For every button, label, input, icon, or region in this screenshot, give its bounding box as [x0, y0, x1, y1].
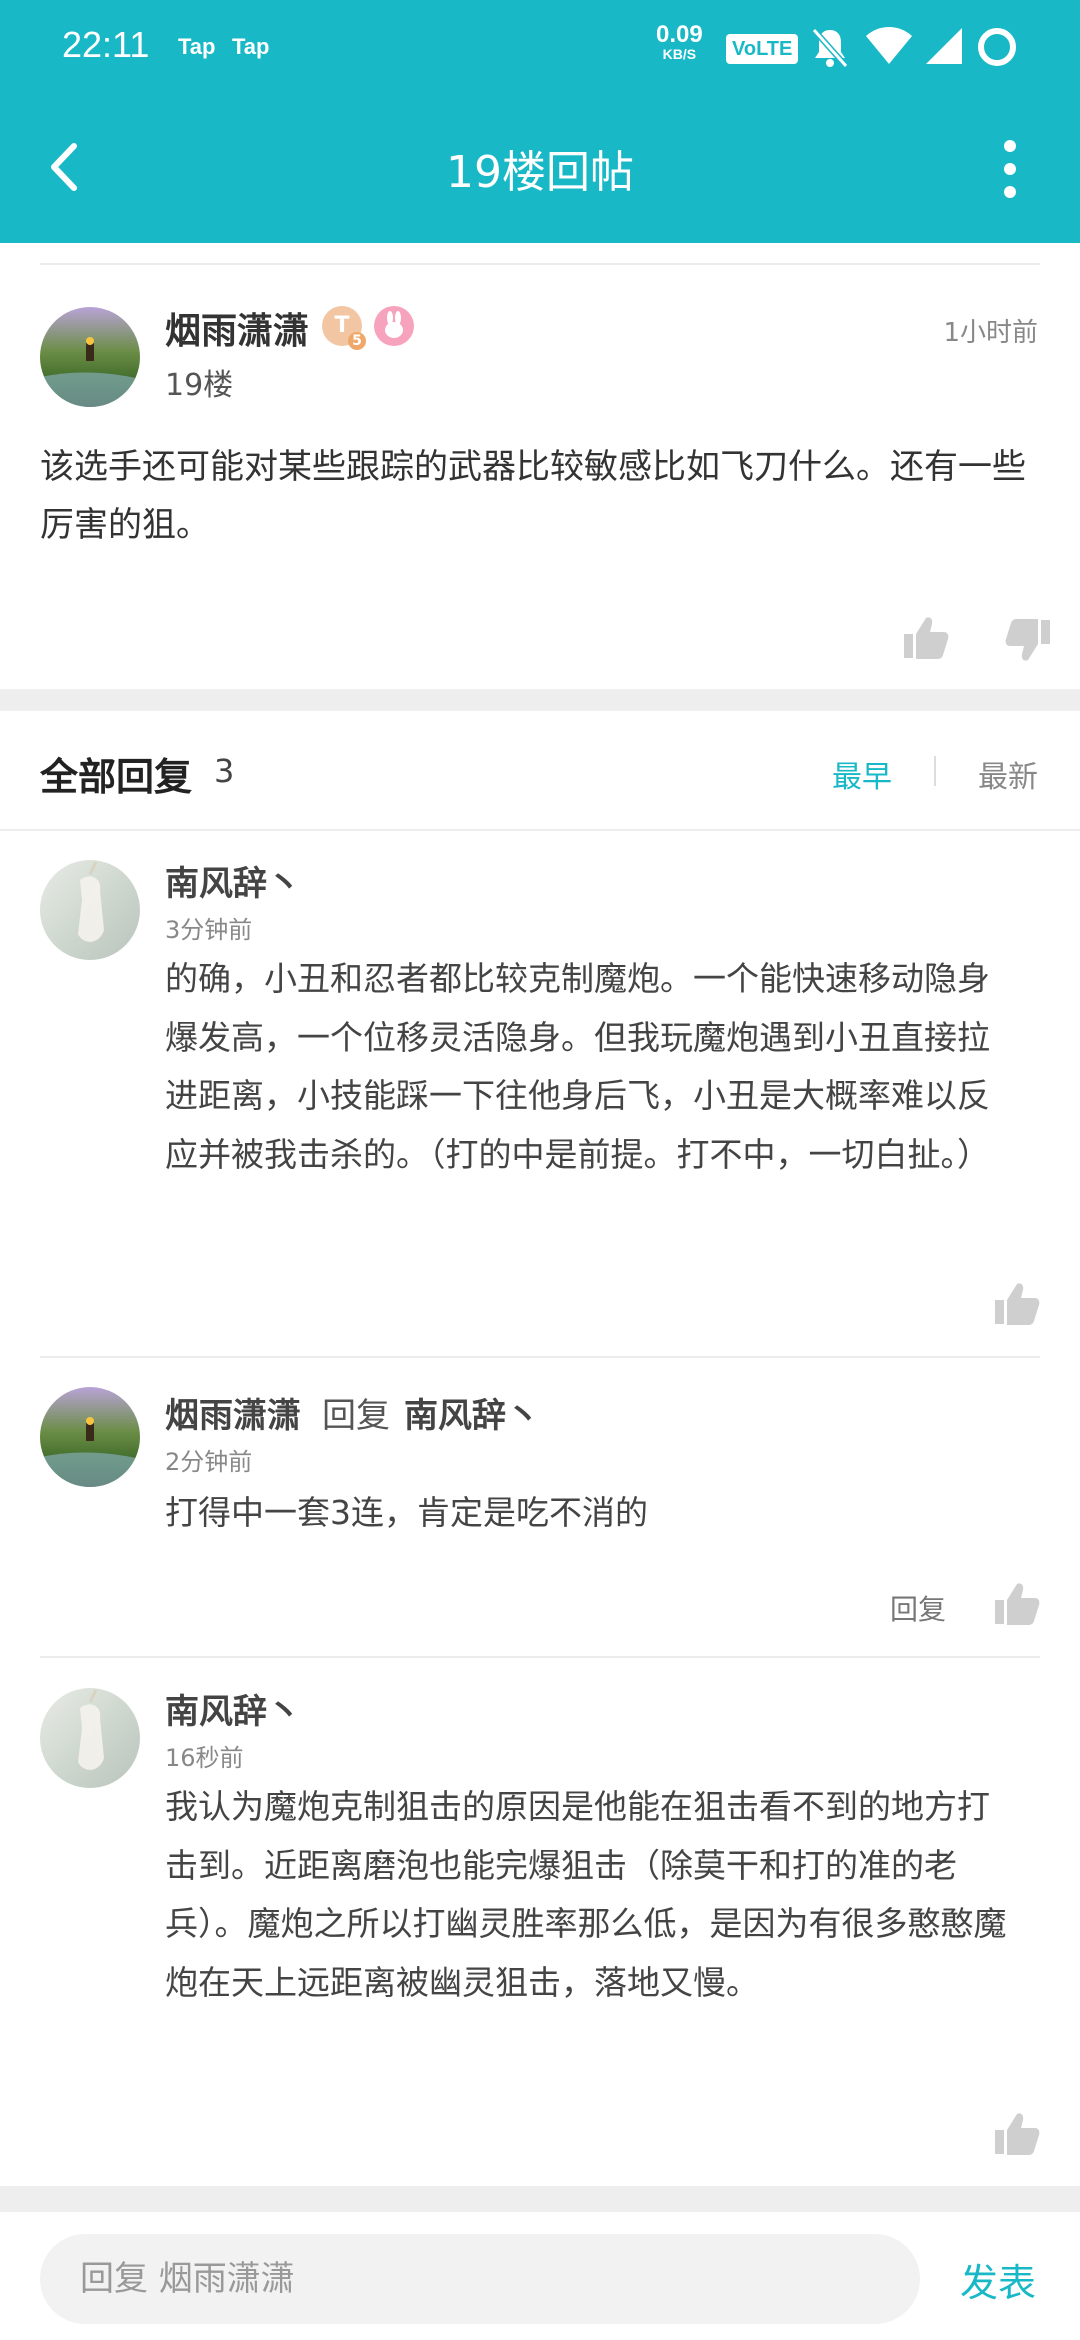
- reply-content: 我认为魔炮克制狙击的原因是他能在狙击看不到的地方打击到。近距离磨泡也能完爆狙击（…: [165, 1787, 1007, 2002]
- post-content: 该选手还可能对某些跟踪的武器比较敏感比如飞刀什么。还有一些厉害的狙。: [40, 447, 1026, 545]
- wifi-icon: [866, 27, 912, 64]
- like-icon[interactable]: [993, 2110, 1041, 2158]
- back-arrow-icon[interactable]: [30, 132, 100, 202]
- divider: [40, 263, 1040, 265]
- taptap-status-icon: Tap: [178, 34, 216, 59]
- avatar[interactable]: [40, 307, 140, 407]
- like-icon[interactable]: [993, 1280, 1041, 1328]
- level-badge: T 5: [322, 306, 366, 350]
- reply-target-name[interactable]: 南风辞丶: [404, 1388, 540, 1437]
- reply-author-name[interactable]: 南风辞丶: [165, 1684, 301, 1733]
- post-timestamp: 1小时前: [943, 318, 1038, 348]
- avatar-landscape-image: [40, 1387, 140, 1487]
- network-speed-value: 0.09: [656, 21, 703, 48]
- status-time: 22:11: [62, 24, 150, 65]
- page-title: 19楼回帖: [446, 147, 634, 198]
- reply-author-name[interactable]: 烟雨潇潇: [165, 1388, 301, 1437]
- bell-muted-icon: [811, 28, 849, 68]
- reply-to-label: 回复: [322, 1396, 390, 1436]
- volte-icon: VoLTE: [726, 34, 799, 64]
- section-divider: [0, 689, 1080, 711]
- avatar-figure-image: [40, 860, 140, 960]
- avatar[interactable]: [40, 860, 140, 960]
- divider: [40, 1656, 1040, 1658]
- replies-count: 3: [214, 752, 235, 790]
- avatar-figure-image: [40, 1688, 140, 1788]
- sort-separator: [934, 756, 936, 786]
- status-bar: 22:11 Tap Tap 0.09 KB/S VoLTE: [0, 0, 1080, 96]
- rabbit-badge-icon: [385, 311, 403, 338]
- avatar[interactable]: [40, 1688, 140, 1788]
- reply-timestamp: 16秒前: [165, 1744, 244, 1772]
- level-badge-letter: T: [334, 313, 350, 338]
- sort-earliest-tab[interactable]: 最早: [832, 752, 892, 796]
- like-icon[interactable]: [993, 1580, 1041, 1628]
- reply-author-name[interactable]: 南风辞丶: [165, 856, 301, 905]
- fan-badge-icon: [374, 306, 414, 346]
- dislike-icon[interactable]: [1004, 616, 1052, 664]
- like-icon[interactable]: [902, 614, 950, 662]
- reply-button[interactable]: 回复: [890, 1588, 946, 1628]
- reply-content: 打得中一套3连，肯定是吃不消的: [165, 1493, 648, 1532]
- post-author-name[interactable]: 烟雨潇潇: [165, 302, 309, 354]
- signal-icon: [926, 28, 962, 64]
- network-speed-unit: KB/S: [662, 46, 697, 62]
- publish-button[interactable]: 发表: [960, 2252, 1036, 2307]
- floor-number: 19楼: [165, 368, 234, 403]
- top-app-bar: 19楼回帖: [0, 96, 1080, 243]
- reply-content: 的确，小丑和忍者都比较克制魔炮。一个能快速移动隐身爆发高，一个位移灵活隐身。但我…: [165, 959, 990, 1174]
- network-speed: 0.09 KB/S: [656, 21, 703, 63]
- section-divider: [0, 2186, 1080, 2210]
- reply-timestamp: 3分钟前: [165, 916, 253, 944]
- divider: [40, 1356, 1040, 1358]
- battery-ring-icon: [978, 28, 1016, 66]
- more-options-icon[interactable]: [990, 136, 1030, 202]
- taptap-status-icon: Tap: [232, 34, 270, 59]
- reply-input[interactable]: [40, 2234, 920, 2324]
- divider: [0, 829, 1080, 831]
- avatar[interactable]: [40, 1387, 140, 1487]
- all-replies-title: 全部回复: [40, 755, 193, 799]
- reply-timestamp: 2分钟前: [165, 1448, 253, 1476]
- sort-newest-tab[interactable]: 最新: [978, 752, 1038, 796]
- avatar-landscape-image: [40, 307, 140, 407]
- level-badge-number: 5: [348, 332, 366, 350]
- reply-composer: 发表: [0, 2210, 1080, 2340]
